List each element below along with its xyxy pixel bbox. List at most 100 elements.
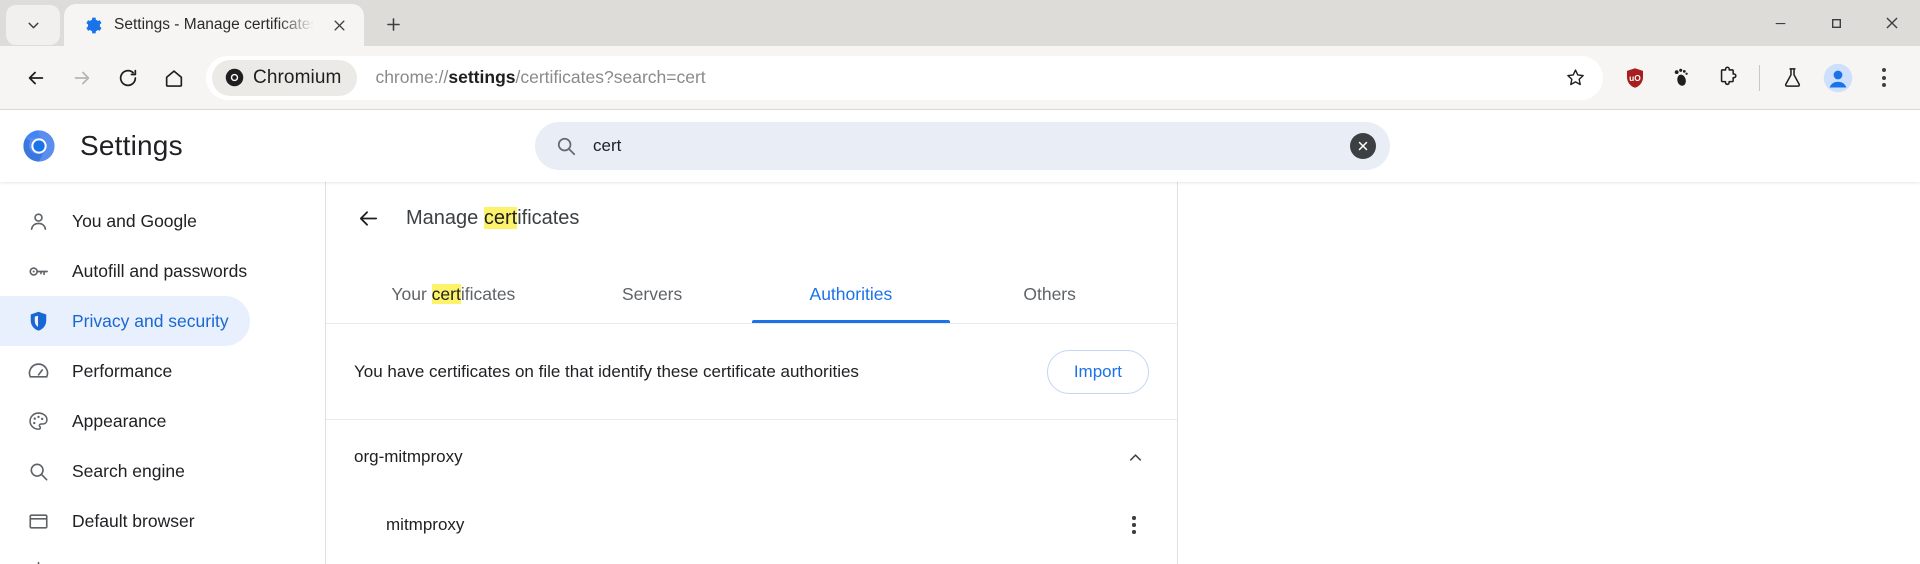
palette-icon bbox=[26, 409, 50, 433]
tab-label: Others bbox=[1023, 284, 1076, 304]
manage-certificates-card: Manage certificates Your certificates Se… bbox=[325, 182, 1178, 564]
tab-search-button[interactable] bbox=[6, 5, 60, 45]
sidebar-item-label: Performance bbox=[72, 360, 173, 381]
sidebar-item-label: Autofill and passwords bbox=[72, 260, 248, 281]
arrow-left-icon bbox=[28, 71, 44, 84]
certificate-group-row[interactable]: org-mitmproxy bbox=[326, 420, 1177, 494]
minimize-button[interactable] bbox=[1752, 0, 1808, 46]
sidebar-item-label: Appearance bbox=[72, 410, 167, 431]
avatar-icon bbox=[1823, 63, 1853, 92]
tab-close-button[interactable] bbox=[326, 12, 352, 38]
search-input[interactable]: cert bbox=[593, 136, 1350, 156]
back-navigation-button[interactable] bbox=[348, 198, 388, 238]
power-icon bbox=[26, 559, 50, 564]
star-icon bbox=[1566, 69, 1584, 86]
forward-button[interactable] bbox=[60, 56, 104, 100]
browser-menu-button[interactable] bbox=[1862, 56, 1906, 100]
sidebar-item-label: Search engine bbox=[72, 460, 185, 481]
chromium-icon bbox=[225, 68, 244, 87]
certificate-tabs: Your certificates Servers Authorities Ot… bbox=[326, 270, 1177, 323]
toolbar-separator bbox=[1759, 64, 1760, 91]
sidebar-item-label: You and Google bbox=[72, 210, 197, 231]
chevron-up-icon[interactable] bbox=[1121, 443, 1149, 471]
maximize-button[interactable] bbox=[1808, 0, 1864, 46]
certificate-group-name: org-mitmproxy bbox=[354, 447, 463, 466]
chromium-logo-icon bbox=[22, 129, 56, 163]
three-dot-menu-icon bbox=[1882, 67, 1886, 88]
settings-page: Settings cert You and Google Autofill an… bbox=[0, 110, 1920, 564]
settings-sidebar: You and Google Autofill and passwords Pr… bbox=[0, 182, 310, 564]
gnome-extension-button[interactable] bbox=[1659, 56, 1703, 100]
address-bar[interactable]: Chromium chrome://settings/certificates?… bbox=[206, 55, 1603, 100]
url-prefix: chrome:// bbox=[375, 67, 449, 87]
tab-title: Settings - Manage certificates bbox=[114, 16, 314, 33]
sidebar-item-label: On startup bbox=[72, 561, 154, 564]
home-icon bbox=[165, 69, 183, 87]
close-icon bbox=[1358, 141, 1368, 151]
tab-label-prefix: Your bbox=[391, 284, 432, 304]
speedometer-icon bbox=[26, 359, 50, 383]
tab-authorities[interactable]: Authorities bbox=[751, 270, 951, 323]
url-domain: settings bbox=[448, 67, 516, 87]
import-button[interactable]: Import bbox=[1046, 349, 1149, 394]
certificate-name: mitmproxy bbox=[386, 515, 465, 534]
card-title-prefix: Manage bbox=[406, 206, 484, 229]
svg-text:uO: uO bbox=[1629, 73, 1641, 83]
sidebar-item-you-and-google[interactable]: You and Google bbox=[0, 196, 250, 246]
experiments-button[interactable] bbox=[1770, 56, 1814, 100]
certificate-row[interactable]: mitmproxy bbox=[326, 494, 1177, 556]
url-path: /certificates?search=cert bbox=[515, 67, 706, 87]
ublock-origin-button[interactable]: uO bbox=[1613, 56, 1657, 100]
site-identity-chip[interactable]: Chromium bbox=[212, 59, 358, 96]
sidebar-item-performance[interactable]: Performance bbox=[0, 346, 250, 396]
sidebar-item-search-engine[interactable]: Search engine bbox=[0, 446, 250, 496]
tab-your-certificates[interactable]: Your certificates bbox=[354, 270, 553, 323]
page-title: Settings bbox=[80, 130, 183, 161]
browser-window: Settings - Manage certificates Chromium … bbox=[0, 0, 1920, 564]
settings-header: Settings cert bbox=[0, 110, 1920, 182]
sidebar-item-autofill-and-passwords[interactable]: Autofill and passwords bbox=[0, 246, 250, 296]
new-tab-button[interactable] bbox=[374, 5, 412, 43]
sidebar-item-default-browser[interactable]: Default browser bbox=[0, 496, 250, 546]
browser-toolbar: Chromium chrome://settings/certificates?… bbox=[0, 46, 1920, 110]
arrow-right-icon bbox=[74, 71, 90, 84]
import-section: You have certificates on file that ident… bbox=[326, 324, 1177, 420]
sidebar-item-on-startup[interactable]: On startup bbox=[0, 546, 250, 564]
flask-icon bbox=[1784, 68, 1800, 87]
browser-tab[interactable]: Settings - Manage certificates bbox=[64, 4, 364, 46]
tab-servers[interactable]: Servers bbox=[553, 270, 752, 323]
window-icon bbox=[26, 509, 50, 533]
search-clear-button[interactable] bbox=[1350, 133, 1376, 159]
card-title: Manage certificates bbox=[406, 206, 580, 230]
tab-strip: Settings - Manage certificates bbox=[0, 0, 1920, 46]
certificate-menu-button[interactable] bbox=[1117, 508, 1151, 542]
tab-label-suffix: ificates bbox=[460, 284, 516, 304]
magnifier-icon bbox=[26, 459, 50, 483]
url-text[interactable]: chrome://settings/certificates?search=ce… bbox=[375, 67, 1553, 88]
ublock-origin-icon: uO bbox=[1627, 67, 1643, 88]
settings-body: You and Google Autofill and passwords Pr… bbox=[0, 182, 1920, 564]
profile-button[interactable] bbox=[1816, 56, 1860, 100]
card-title-suffix: ificates bbox=[517, 206, 580, 229]
sidebar-item-appearance[interactable]: Appearance bbox=[0, 396, 250, 446]
sidebar-item-label: Default browser bbox=[72, 510, 195, 531]
close-button[interactable] bbox=[1864, 0, 1920, 46]
puzzle-piece-icon bbox=[1720, 66, 1737, 86]
card-title-highlight: cert bbox=[483, 206, 518, 229]
tab-label-highlight: cert bbox=[431, 284, 461, 304]
reload-button[interactable] bbox=[106, 56, 150, 100]
settings-search-box[interactable]: cert bbox=[535, 122, 1390, 170]
back-button[interactable] bbox=[14, 56, 58, 100]
reload-icon bbox=[119, 69, 137, 86]
card-header: Manage certificates bbox=[326, 182, 1177, 254]
sidebar-item-privacy-and-security[interactable]: Privacy and security bbox=[0, 296, 250, 346]
extensions-button[interactable] bbox=[1705, 56, 1749, 100]
key-icon bbox=[26, 259, 50, 283]
tab-others[interactable]: Others bbox=[950, 270, 1149, 323]
tab-label: Authorities bbox=[809, 284, 893, 304]
gnome-foot-icon bbox=[1674, 68, 1688, 86]
arrow-left-icon bbox=[359, 210, 377, 226]
search-icon bbox=[555, 135, 577, 157]
home-button[interactable] bbox=[152, 56, 196, 100]
bookmark-button[interactable] bbox=[1553, 56, 1597, 100]
